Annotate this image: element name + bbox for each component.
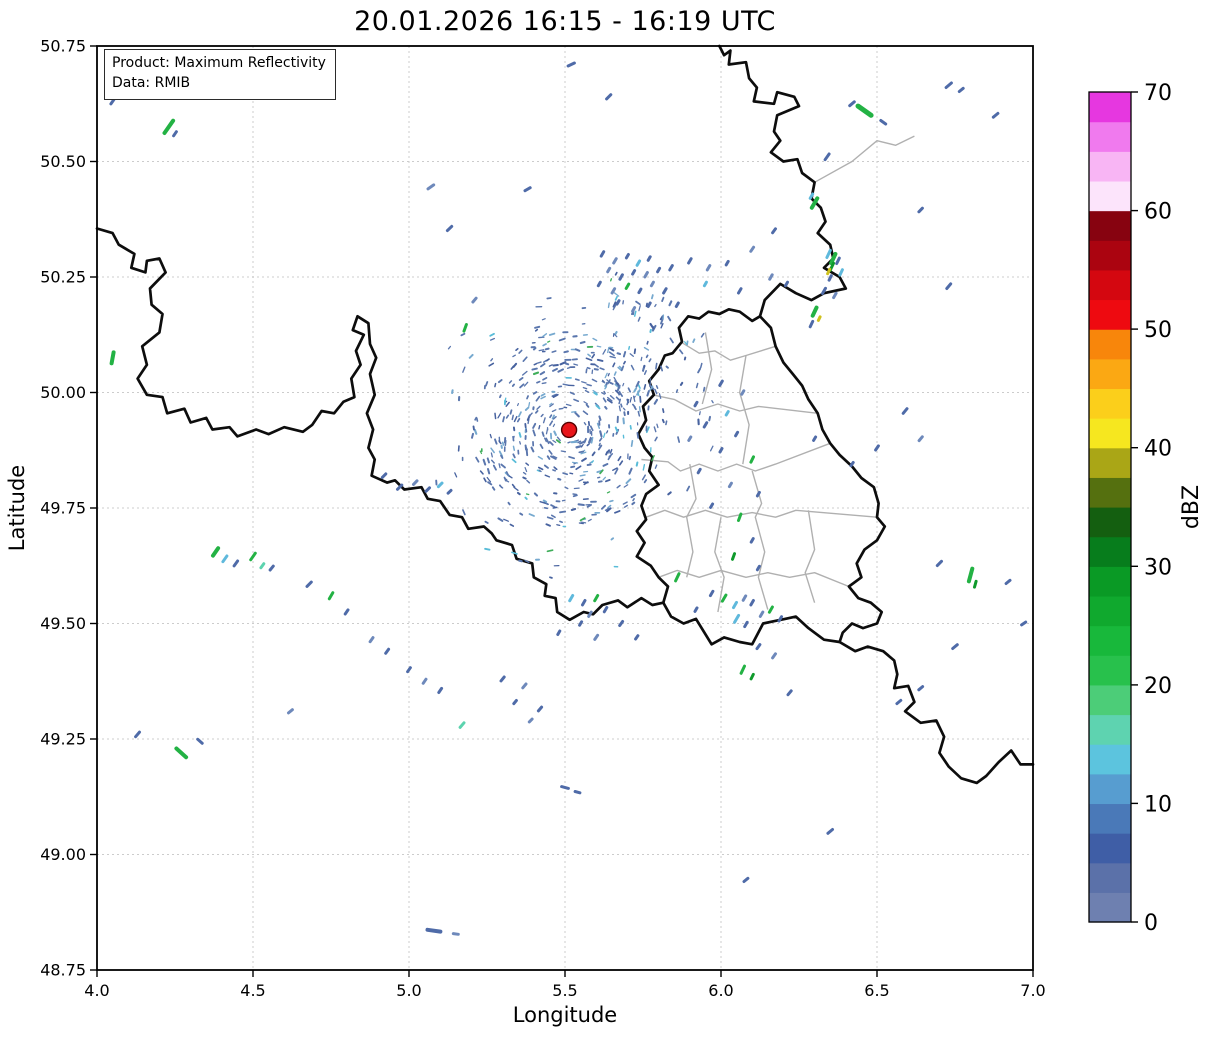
svg-text:10: 10 xyxy=(1144,792,1172,817)
svg-text:50.00: 50.00 xyxy=(40,383,86,402)
svg-text:40: 40 xyxy=(1144,437,1172,462)
svg-text:70: 70 xyxy=(1144,81,1172,106)
district-borders xyxy=(641,135,915,613)
reflectivity-echoes xyxy=(109,61,1028,936)
svg-text:49.00: 49.00 xyxy=(40,845,86,864)
product-line: Product: Maximum Reflectivity xyxy=(112,55,326,71)
y-axis-label: Latitude xyxy=(5,465,29,551)
colorbar-label: dBZ xyxy=(1179,485,1204,529)
svg-text:49.75: 49.75 xyxy=(40,499,86,518)
svg-text:50.25: 50.25 xyxy=(40,268,86,287)
svg-text:5.0: 5.0 xyxy=(396,981,421,1000)
svg-text:50.50: 50.50 xyxy=(40,152,86,171)
svg-text:6.5: 6.5 xyxy=(864,981,889,1000)
y-tick-labels: 48.75 49.00 49.25 49.50 49.75 50.00 50.25 50.50… xyxy=(40,37,86,980)
y-axis-ticks xyxy=(90,45,97,971)
radar-site-marker xyxy=(560,421,578,439)
x-tick-labels: 4.0 4.5 5.0 5.5 6.0 6.5 7.0 xyxy=(84,981,1045,1000)
svg-text:30: 30 xyxy=(1144,555,1172,580)
x-axis-ticks xyxy=(96,970,1034,977)
radar-map-canvas: 4.0 4.5 5.0 5.5 6.0 6.5 7.0 48.75 49.00 49.25 49.5… xyxy=(5,37,1204,1028)
svg-text:5.5: 5.5 xyxy=(552,981,577,1000)
svg-text:20: 20 xyxy=(1144,674,1172,699)
svg-text:50: 50 xyxy=(1144,318,1172,343)
svg-text:49.25: 49.25 xyxy=(40,730,86,749)
svg-text:4.0: 4.0 xyxy=(84,981,109,1000)
x-axis-label: Longitude xyxy=(513,1003,617,1027)
svg-text:48.75: 48.75 xyxy=(40,961,86,980)
svg-text:0: 0 xyxy=(1144,911,1158,936)
data-source-line: Data: RMIB xyxy=(112,75,191,92)
svg-text:4.5: 4.5 xyxy=(240,981,265,1000)
colorbar-tick-labels: 0 10 20 30 40 50 60 70 xyxy=(1144,81,1172,936)
svg-text:49.50: 49.50 xyxy=(40,614,86,633)
svg-text:50.75: 50.75 xyxy=(40,37,86,56)
colorbar: 0 10 20 30 40 50 60 70 dBZ xyxy=(1088,81,1204,936)
colorbar-ticks xyxy=(1131,91,1138,923)
svg-text:7.0: 7.0 xyxy=(1020,981,1045,1000)
gridlines xyxy=(97,46,1033,970)
svg-text:6.0: 6.0 xyxy=(708,981,733,1000)
svg-text:60: 60 xyxy=(1144,200,1172,225)
product-annotation-box: Product: Maximum Reflectivity Data: RMIB xyxy=(104,49,336,100)
